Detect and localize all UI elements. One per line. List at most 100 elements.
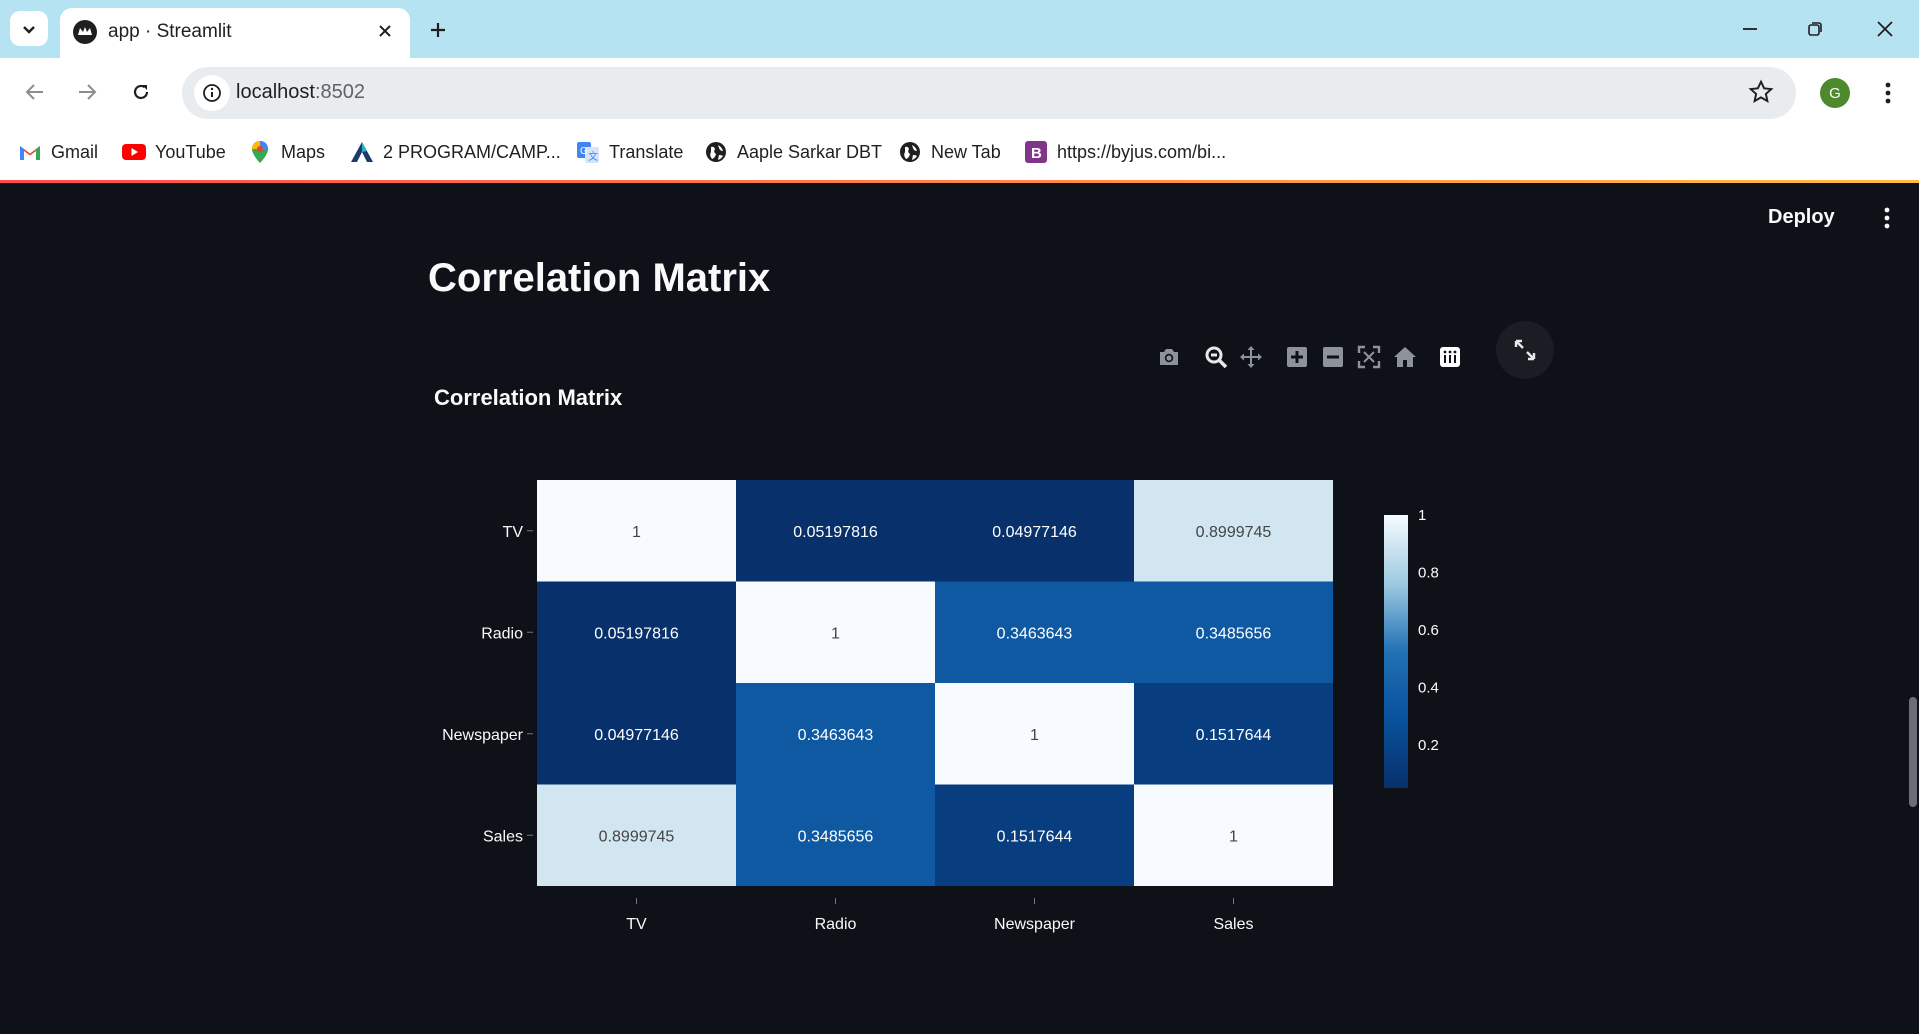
x-axis-labels: TV Radio Newspaper Sales [626,898,1254,933]
heatmap-cell-label: 0.3463643 [997,625,1073,642]
autoscale-button[interactable] [1354,342,1384,372]
pan-arrows-icon [1240,346,1262,368]
pan-button[interactable] [1236,342,1266,372]
deploy-button[interactable]: Deploy [1768,202,1835,232]
close-icon [1877,21,1893,37]
bookmark-program-camp[interactable]: 2 PROGRAM/CAMP... [350,138,561,166]
chart-title: Correlation Matrix [434,385,623,410]
globe-icon [704,140,728,164]
svg-text:B: B [1031,145,1042,162]
expand-icon [1514,339,1536,361]
fullscreen-button[interactable] [1496,321,1554,379]
heatmap-cell-label: 0.04977146 [594,727,679,744]
page-title: Correlation Matrix [428,256,771,300]
close-icon [379,25,391,37]
bookmark-label: New Tab [931,141,1001,162]
heatmap-cell-label: 0.3485656 [1196,625,1272,642]
y-axis-tick-label: Radio [481,625,523,642]
kebab-menu-icon [1884,207,1890,229]
profile-avatar[interactable]: G [1820,78,1850,108]
forward-button[interactable] [68,73,106,111]
heatmap-cell-label: 1 [831,625,840,642]
url-port: :8502 [314,81,365,103]
zoom-out-button[interactable] [1318,342,1348,372]
close-tab-button[interactable] [370,16,400,46]
new-tab-button[interactable] [420,14,456,46]
svg-text:文: 文 [588,150,598,163]
colorbar-ticks: 1 0.8 0.6 0.4 0.2 [1418,507,1439,754]
minimize-icon [1743,28,1757,30]
restore-window-button[interactable] [1790,10,1840,48]
heatmap-cell-label: 1 [632,524,641,541]
heatmap-cell-label: 0.1517644 [997,828,1073,845]
plotly-logo-button[interactable] [1435,342,1465,372]
heatmap-cell-label: 1 [1030,727,1039,744]
site-info-button[interactable] [194,75,230,111]
tab-title: app · Streamlit [108,21,232,42]
bookmark-label: YouTube [155,141,226,162]
page-scrollbar-thumb[interactable] [1909,697,1917,807]
bookmark-maps[interactable]: Maps [248,138,325,166]
heatmap-cell-label: 0.04977146 [992,524,1077,541]
colorbar-tick-label: 0.8 [1418,564,1439,581]
colorbar-tick-label: 0.4 [1418,679,1439,696]
bookmark-label: Maps [281,141,326,162]
active-tab[interactable]: app · Streamlit [60,8,410,58]
tab-search-button[interactable] [10,11,48,46]
svg-text:G: G [580,146,588,157]
colorbar-tick-label: 0.2 [1418,737,1439,754]
bookmark-translate[interactable]: G文 Translate [576,138,683,166]
bookmark-label: Gmail [51,141,99,162]
bookmark-new-tab[interactable]: New Tab [898,138,1001,166]
heatmap-cell-label: 0.3485656 [798,828,874,845]
heatmap-cell-label: 0.8999745 [599,828,675,845]
y-axis-tick-label: Newspaper [442,727,524,744]
minimize-window-button[interactable] [1725,10,1775,48]
reload-button[interactable] [122,73,160,111]
zoom-button[interactable] [1201,342,1231,372]
url-text[interactable]: localhost:8502 [236,81,365,104]
bookmark-gmail[interactable]: Gmail [18,138,98,166]
app-main-menu-button[interactable] [1874,200,1900,236]
bookmarks-bar: Gmail YouTube Maps 2 PROGRAM/CAMP... G文 … [0,128,1919,180]
streamlit-decoration-bar [0,180,1919,183]
bookmark-aaple-sarkar[interactable]: Aaple Sarkar DBT [704,138,882,166]
colorbar [1384,515,1408,788]
url-host: localhost [236,81,315,103]
arrow-right-icon [79,84,97,100]
address-bar[interactable]: localhost:8502 [182,67,1796,119]
x-axis-tick-label: Newspaper [994,916,1076,933]
zoom-in-icon [1287,347,1307,367]
y-axis-tick-label: TV [503,524,524,541]
zoom-in-button[interactable] [1282,342,1312,372]
a-logo-icon [350,140,374,164]
y-axis-tick-label: Sales [483,828,523,845]
download-png-button[interactable] [1154,342,1184,372]
back-button[interactable] [16,73,54,111]
bookmark-label: https://byjus.com/bi... [1057,141,1227,162]
byjus-icon: B [1024,140,1048,164]
translate-icon: G文 [576,140,600,164]
reset-axes-button[interactable] [1390,342,1420,372]
colorbar-tick-label: 1 [1418,507,1426,524]
gmail-icon [18,140,42,164]
heatmap-cell-label: 0.1517644 [1196,727,1272,744]
browser-tab-strip: app · Streamlit [0,0,1919,58]
zoom-magnifier-icon [1205,346,1228,369]
colorbar-tick-label: 0.6 [1418,622,1439,639]
plotly-logo-icon [1440,347,1460,367]
bookmark-label: Translate [609,141,684,162]
bookmark-youtube[interactable]: YouTube [122,138,226,166]
globe-icon [898,140,922,164]
maps-icon [248,140,272,164]
bookmark-byjus[interactable]: B https://byjus.com/bi... [1024,138,1226,166]
x-axis-tick-label: Sales [1213,916,1253,933]
zoom-out-icon [1323,347,1343,367]
arrow-left-icon [25,84,43,100]
bookmark-label: Aaple Sarkar DBT [737,141,883,162]
browser-menu-button[interactable] [1870,74,1906,112]
bookmark-star-icon[interactable] [1748,79,1774,105]
close-window-button[interactable] [1860,10,1910,48]
info-icon [203,84,221,102]
heatmap-cell-label: 0.8999745 [1196,524,1272,541]
